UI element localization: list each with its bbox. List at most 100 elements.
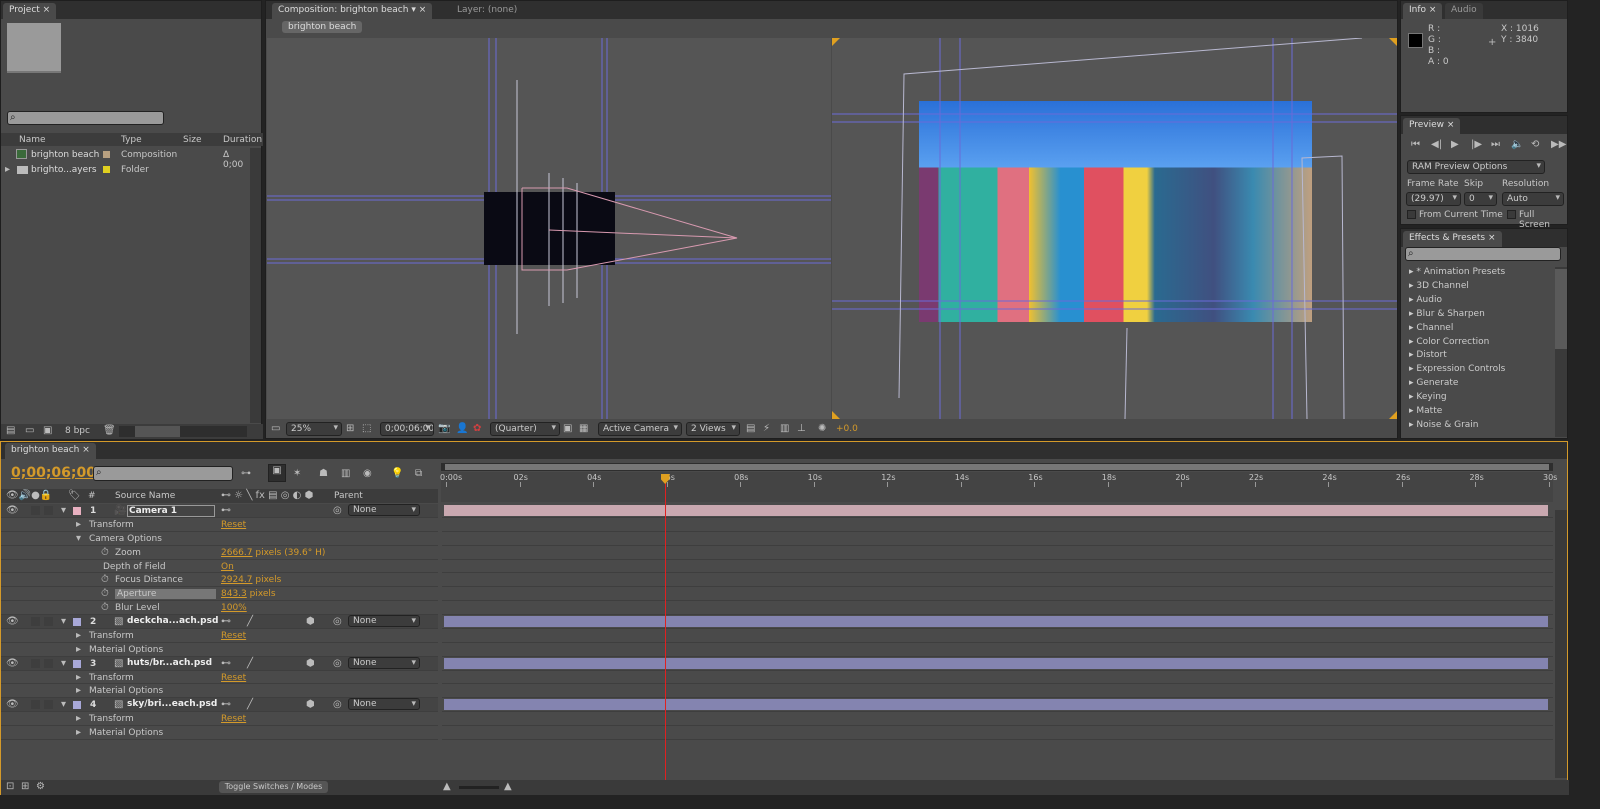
effects-category[interactable]: ▸ Matte <box>1409 406 1442 416</box>
time-ruler[interactable]: 0:00s02s04s06s08s10s12s14s16s18s20s22s24… <box>440 472 1557 502</box>
property-row[interactable]: ▸ Transform Reset <box>1 712 438 726</box>
property-value[interactable]: Reset <box>221 520 246 530</box>
stopwatch-icon[interactable]: ⏱ <box>101 547 109 559</box>
timeline-track[interactable] <box>442 684 1553 699</box>
stopwatch-icon[interactable]: ⏱ <box>101 588 109 600</box>
timeline-track[interactable] <box>442 545 1553 560</box>
expand-arrow-icon[interactable]: ▸ <box>76 630 81 642</box>
effects-category[interactable]: ▸ Distort <box>1409 350 1447 360</box>
expand-arrow-icon[interactable]: ▾ <box>61 505 66 517</box>
always-preview-icon[interactable]: ▭ <box>271 423 280 435</box>
expand-arrow-icon[interactable]: ▸ <box>76 713 81 725</box>
view-layout-dropdown[interactable]: 2 Views <box>686 422 740 436</box>
hide-shy-layers-icon[interactable]: ☗ <box>319 468 328 480</box>
column-name[interactable]: Name <box>19 135 46 145</box>
project-item[interactable]: brighton beach Composition Δ 0;00 <box>1 148 251 170</box>
channel-icon[interactable]: ✿ <box>473 423 481 435</box>
3d-layer-icon[interactable]: ⬢ <box>306 616 315 628</box>
transparency-grid-icon[interactable]: ▦ <box>579 423 588 435</box>
value-number[interactable]: On <box>221 562 234 572</box>
timeline-track[interactable] <box>442 670 1553 685</box>
eye-icon[interactable]: 👁 <box>6 616 19 628</box>
current-time-display[interactable]: 0;00;06;00 <box>11 465 96 481</box>
timeline-track[interactable] <box>442 628 1553 643</box>
ram-preview-options-dropdown[interactable]: RAM Preview Options <box>1407 160 1545 174</box>
property-row[interactable]: ▸ Material Options <box>1 726 438 740</box>
expand-arrow-icon[interactable]: ▸ <box>76 685 81 697</box>
reset-exposure-icon[interactable]: ✺ <box>818 423 826 435</box>
pick-whip-icon[interactable]: ◎ <box>333 616 342 628</box>
show-snapshot-icon[interactable]: 👤 <box>456 423 468 435</box>
property-value[interactable]: On <box>221 562 234 572</box>
layer-duration-bar[interactable] <box>444 699 1548 711</box>
layer-name[interactable]: sky/bri...each.psd <box>127 699 217 709</box>
property-row[interactable]: ⏱ Zoom 2666.7 pixels (39.6° H) <box>1 545 438 560</box>
property-value[interactable]: Reset <box>221 714 246 724</box>
pick-whip-icon[interactable]: ◎ <box>333 658 342 670</box>
timeline-track[interactable] <box>442 531 1553 546</box>
effects-search-input[interactable]: ⌕ <box>1405 247 1561 261</box>
timeline-track[interactable] <box>442 517 1553 532</box>
layer-row[interactable]: 👁 ▾ 1 🎥 Camera 1 ⊷ ◎ None <box>1 504 438 518</box>
value-number[interactable]: Reset <box>221 714 246 724</box>
value-number[interactable]: Reset <box>221 631 246 641</box>
column-duration[interactable]: Duration <box>223 135 262 145</box>
zoom-out-icon[interactable]: ▲ <box>443 781 451 793</box>
flowchart-icon[interactable]: ⊥ <box>797 423 806 435</box>
column-source-name[interactable]: Source Name <box>115 491 175 501</box>
effects-category[interactable]: ▸ 3D Channel <box>1409 281 1469 291</box>
play-icon[interactable]: ▶ <box>1451 139 1459 151</box>
work-area-bar[interactable] <box>441 463 1553 471</box>
magnification-dropdown[interactable]: 25% <box>286 422 342 436</box>
resolution-dropdown[interactable]: Auto <box>1502 192 1564 206</box>
timeline-track[interactable] <box>442 559 1553 574</box>
parent-dropdown[interactable]: None <box>348 615 420 627</box>
timeline-zoom-slider[interactable] <box>459 786 499 789</box>
expand-arrow-icon[interactable]: ▾ <box>76 533 81 545</box>
tab-composition[interactable]: Composition: brighton beach ▾ × <box>272 3 433 19</box>
project-scrollbar[interactable] <box>250 148 261 423</box>
previous-frame-icon[interactable]: ◀| <box>1431 139 1442 151</box>
column-parent[interactable]: Parent <box>334 491 363 501</box>
layer-label-color[interactable] <box>73 659 81 668</box>
property-row[interactable]: ▸ Transform Reset <box>1 628 438 643</box>
timeline-icon[interactable]: ▥ <box>780 423 789 435</box>
effects-category[interactable]: ▸ Color Correction <box>1409 337 1489 347</box>
timeline-track[interactable] <box>442 601 1553 615</box>
layer-name[interactable]: Camera 1 <box>127 505 215 517</box>
current-time-field[interactable]: 0;00;06;00 <box>380 422 434 436</box>
solo-switch[interactable] <box>31 700 40 710</box>
layer-duration-bar[interactable] <box>444 505 1548 516</box>
brainstorm-icon[interactable]: 💡 <box>391 468 403 480</box>
effects-scrollbar[interactable] <box>1555 267 1567 437</box>
layer-duration-bar[interactable] <box>444 657 1548 669</box>
eye-icon[interactable]: 👁 <box>6 658 19 670</box>
parent-dropdown[interactable]: None <box>348 656 420 669</box>
3d-layer-icon[interactable]: ⬢ <box>306 699 315 711</box>
project-search-input[interactable]: ⌕ <box>7 111 164 125</box>
timeline-track[interactable] <box>442 712 1553 726</box>
new-folder-icon[interactable]: ▭ <box>25 425 34 437</box>
solo-switch[interactable] <box>31 617 40 626</box>
tab-project[interactable]: Project × <box>3 3 57 19</box>
timeline-track[interactable] <box>442 726 1553 740</box>
solo-switch[interactable] <box>31 506 40 515</box>
effects-category[interactable]: ▸ Channel <box>1409 323 1453 333</box>
pixel-aspect-icon[interactable]: ▤ <box>746 423 755 435</box>
safe-zones-icon[interactable]: ⊞ <box>346 423 354 435</box>
mask-visibility-icon[interactable]: ⬚ <box>362 423 371 435</box>
tab-audio[interactable]: Audio <box>1445 3 1483 19</box>
stopwatch-icon[interactable]: ⏱ <box>101 602 109 614</box>
layer-label-color[interactable] <box>73 507 81 515</box>
property-value[interactable]: Reset <box>221 631 246 641</box>
property-row[interactable]: ▸ Material Options <box>1 684 438 699</box>
value-number[interactable]: 2666.7 <box>221 548 253 558</box>
lock-switch[interactable] <box>44 658 53 668</box>
effects-category[interactable]: ▸ Generate <box>1409 378 1458 388</box>
value-number[interactable]: 843.3 <box>221 589 247 599</box>
trash-icon[interactable]: 🗑 <box>103 425 116 437</box>
property-row[interactable]: ▾ Camera Options <box>1 531 438 546</box>
tab-layer[interactable]: Layer: (none) <box>451 3 591 19</box>
layer-name[interactable]: deckcha...ach.psd <box>127 616 218 626</box>
frame-blending-icon[interactable]: ▥ <box>341 468 350 480</box>
